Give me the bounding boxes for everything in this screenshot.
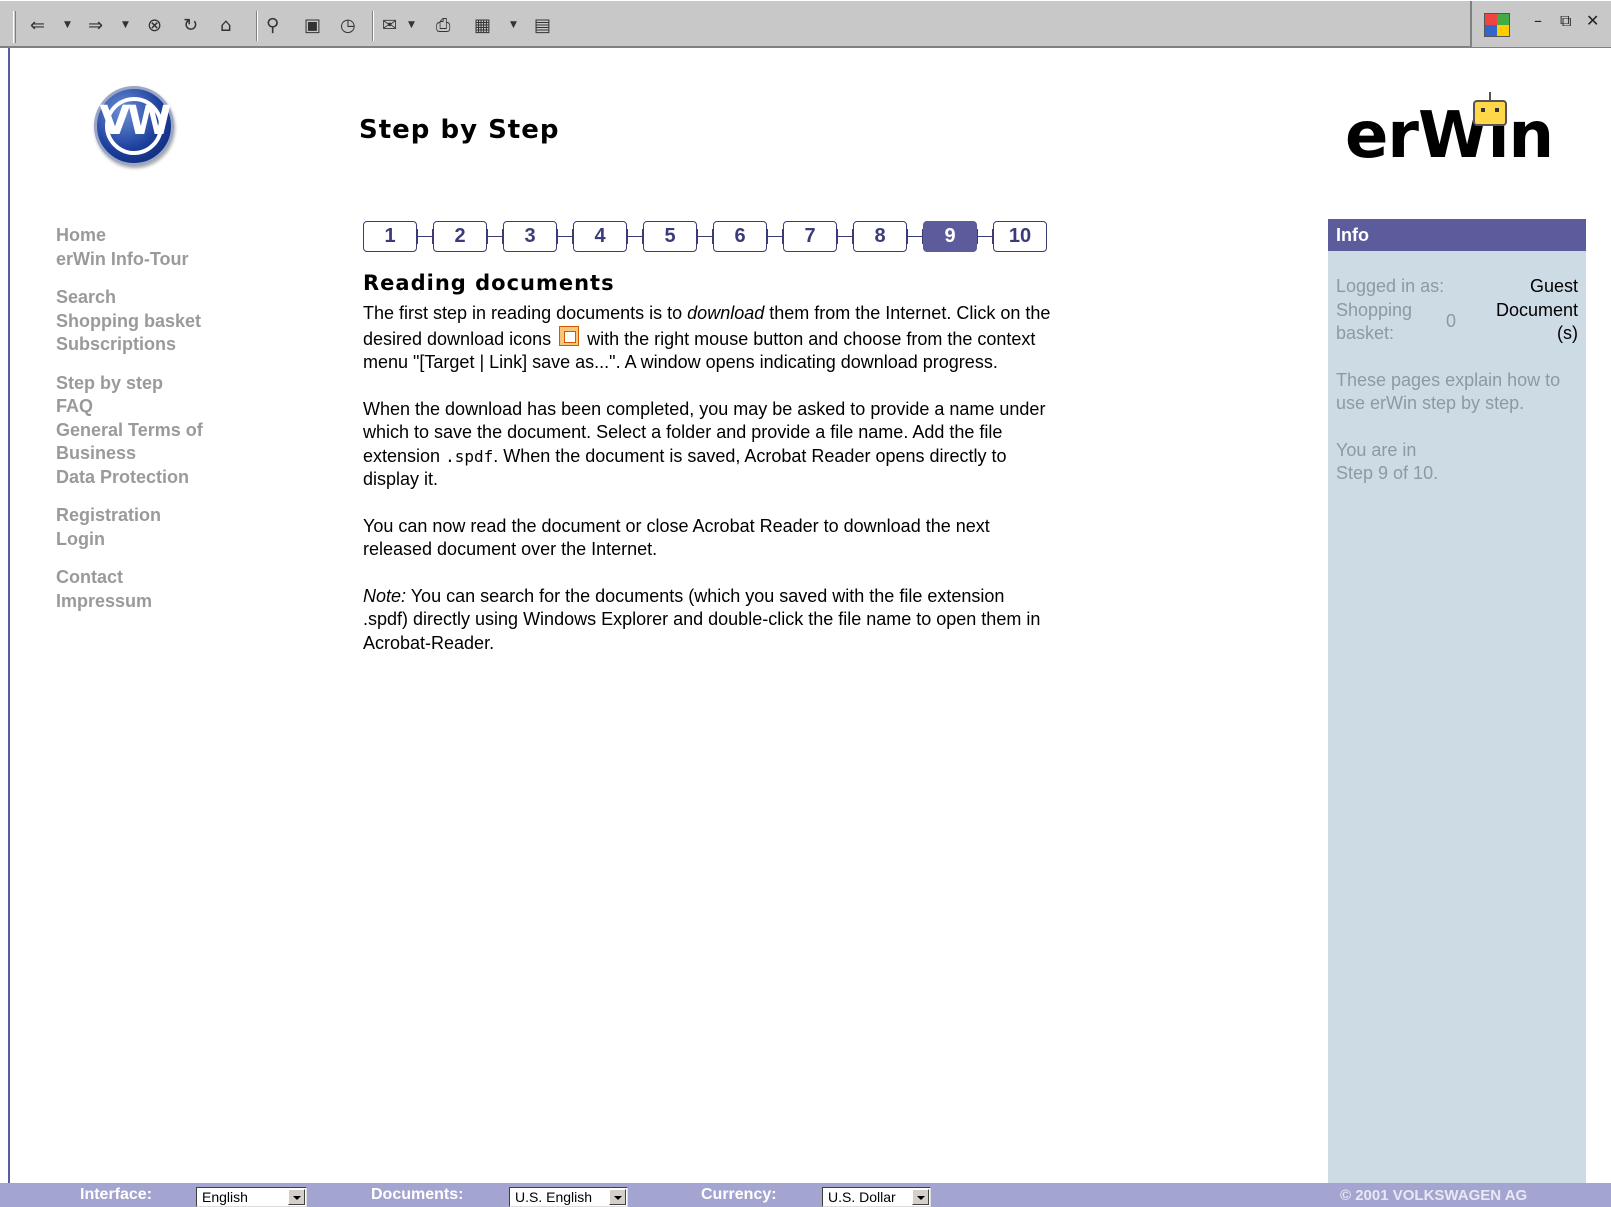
- step-button-10[interactable]: 10: [993, 221, 1047, 252]
- step-button-6[interactable]: 6: [713, 221, 767, 252]
- paragraph-read: You can now read the document or close A…: [363, 515, 990, 560]
- nav-link-registration[interactable]: Registration: [56, 504, 256, 528]
- info-panel: Info Logged in as: Guest Shopping basket…: [1328, 219, 1586, 1183]
- footer-bar: Interface: English Documents: U.S. Engli…: [0, 1183, 1611, 1207]
- step-connector: [767, 229, 783, 244]
- step-button-2[interactable]: 2: [433, 221, 487, 252]
- refresh-icon[interactable]: ↻: [183, 11, 198, 39]
- frame-border: [8, 48, 10, 1183]
- currency-select[interactable]: U.S. Dollar: [822, 1187, 931, 1207]
- step-connector: [837, 229, 853, 244]
- vw-logo[interactable]: VW: [94, 86, 174, 166]
- mail-icon[interactable]: ✉: [382, 11, 397, 39]
- copyright: © 2001 VOLKSWAGEN AG: [1340, 1187, 1528, 1204]
- nav-group-gap: [56, 271, 256, 286]
- step-connector: [557, 229, 573, 244]
- step-button-5[interactable]: 5: [643, 221, 697, 252]
- chevron-down-icon[interactable]: [609, 1189, 626, 1205]
- minimize-icon[interactable]: –: [1534, 11, 1542, 30]
- basket-status: Shopping basket: 0 Document (s): [1336, 299, 1578, 346]
- step-button-9[interactable]: 9: [923, 221, 977, 252]
- info-explanation: These pages explain how to use erWin ste…: [1336, 369, 1561, 414]
- favorites-icon[interactable]: ▣: [304, 11, 321, 39]
- step-connector: [977, 229, 993, 244]
- mail-dropdown-icon[interactable]: ▼: [408, 11, 415, 39]
- step-button-8[interactable]: 8: [853, 221, 907, 252]
- nav-link-step-by-step[interactable]: Step by step: [56, 372, 256, 396]
- print-icon[interactable]: ⎙: [436, 11, 450, 39]
- forward-dropdown-icon[interactable]: ▼: [122, 11, 129, 39]
- toolbar-separator: [256, 11, 258, 41]
- info-title: Info: [1328, 219, 1586, 251]
- step-connector: [627, 229, 643, 244]
- window-controls: – ⧉ ✕: [1470, 1, 1611, 47]
- windows-logo-icon: [1484, 13, 1510, 37]
- currency-label: Currency:: [701, 1186, 777, 1203]
- nav-group-gap: [56, 357, 256, 372]
- paragraph-download: The first step in reading documents is t…: [363, 303, 1051, 372]
- nav-link-general-terms-of-business[interactable]: General Terms of Business: [56, 419, 256, 466]
- nav-link-erwin-info-tour[interactable]: erWin Info-Tour: [56, 248, 256, 272]
- history-icon[interactable]: ◷: [340, 11, 356, 39]
- toolbar-separator: [372, 11, 374, 41]
- close-icon[interactable]: ✕: [1586, 11, 1599, 30]
- step-button-3[interactable]: 3: [503, 221, 557, 252]
- documents-select[interactable]: U.S. English: [509, 1187, 628, 1207]
- home-icon[interactable]: ⌂: [220, 11, 231, 39]
- nav-link-contact[interactable]: Contact: [56, 566, 256, 590]
- erwin-logo[interactable]: erWin: [1345, 92, 1554, 168]
- paragraph-note: Note: You can search for the documents (…: [363, 585, 1041, 653]
- basket-unit: Document (s): [1495, 299, 1578, 344]
- nav-link-subscriptions[interactable]: Subscriptions: [56, 333, 256, 357]
- step-button-4[interactable]: 4: [573, 221, 627, 252]
- step-connector: [417, 229, 433, 244]
- back-dropdown-icon[interactable]: ▼: [64, 11, 71, 39]
- interface-select[interactable]: English: [196, 1187, 307, 1207]
- restore-icon[interactable]: ⧉: [1560, 11, 1571, 31]
- step-connector: [907, 229, 923, 244]
- step-position: You are in Step 9 of 10.: [1336, 439, 1439, 484]
- nav-link-search[interactable]: Search: [56, 286, 256, 310]
- discuss-icon[interactable]: ▤: [534, 11, 551, 39]
- main-content: Reading documents The first step in read…: [363, 270, 1053, 678]
- login-status: Logged in as: Guest: [1336, 275, 1578, 299]
- step-connector: [697, 229, 713, 244]
- logged-in-value: Guest: [1529, 276, 1578, 296]
- search-icon[interactable]: ⚲: [266, 11, 279, 39]
- nav-link-data-protection[interactable]: Data Protection: [56, 466, 256, 490]
- documents-label: Documents:: [371, 1186, 464, 1203]
- vw-logo-text: VW: [99, 98, 171, 144]
- nav-group-gap: [56, 551, 256, 566]
- edit-dropdown-icon[interactable]: ▼: [510, 11, 517, 39]
- chevron-down-icon[interactable]: [288, 1189, 305, 1205]
- nav-link-faq[interactable]: FAQ: [56, 395, 256, 419]
- step-navigator: 1 2 3 4 5 6 7 8 9 10: [363, 221, 1047, 252]
- forward-icon[interactable]: ⇒: [88, 11, 103, 39]
- toolbar-grip[interactable]: [13, 11, 16, 43]
- basket-label: Shopping basket:: [1336, 299, 1413, 344]
- nav-link-login[interactable]: Login: [56, 528, 256, 552]
- edit-icon[interactable]: ▦: [474, 11, 491, 39]
- stop-icon[interactable]: ⊗: [147, 11, 162, 39]
- download-icon[interactable]: [559, 325, 580, 346]
- paragraph-save: When the download has been completed, yo…: [363, 398, 1046, 490]
- section-heading: Reading documents: [363, 271, 615, 295]
- logged-in-label: Logged in as:: [1336, 276, 1445, 296]
- left-nav: Home erWin Info-Tour Search Shopping basket…: [56, 224, 256, 613]
- browser-toolbar: ⇐ ▼ ⇒ ▼ ⊗ ↻ ⌂ ⚲ ▣ ◷ ✉ ▼ ⎙ ▦ ▼ ▤ – ⧉ ✕: [0, 0, 1611, 48]
- back-icon[interactable]: ⇐: [30, 11, 45, 39]
- page-title: Step by Step: [359, 115, 560, 145]
- nav-link-impressum[interactable]: Impressum: [56, 590, 256, 614]
- chevron-down-icon[interactable]: [912, 1189, 929, 1205]
- step-button-1[interactable]: 1: [363, 221, 417, 252]
- nav-link-shopping-basket[interactable]: Shopping basket: [56, 310, 256, 334]
- erwin-logo-text: erWin: [1345, 99, 1554, 173]
- interface-label: Interface:: [80, 1186, 153, 1203]
- basket-count: 0: [1446, 310, 1457, 331]
- nav-group-gap: [56, 489, 256, 504]
- nav-link-home[interactable]: Home: [56, 224, 256, 248]
- robot-mascot-icon: [1473, 92, 1507, 126]
- step-connector: [487, 229, 503, 244]
- step-button-7[interactable]: 7: [783, 221, 837, 252]
